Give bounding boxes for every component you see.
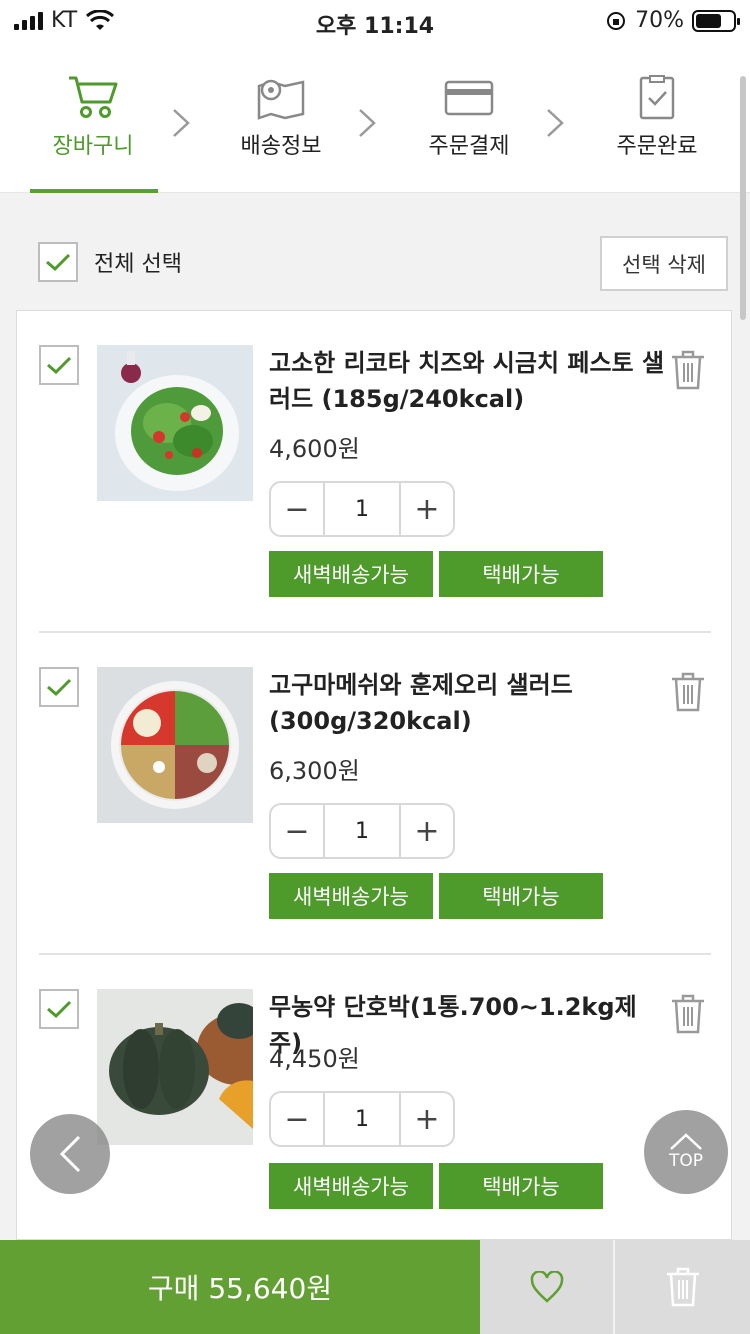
decrement-button[interactable]: − <box>271 1093 323 1145</box>
chevron-right-icon <box>173 109 190 137</box>
chevron-right-icon <box>359 109 376 137</box>
item-checkbox[interactable] <box>39 345 79 385</box>
select-all-row[interactable]: 전체 선택 <box>38 242 182 282</box>
product-image-salad-duck[interactable] <box>97 667 253 823</box>
item-checkbox[interactable] <box>39 667 79 707</box>
quantity-stepper: − 1 + <box>269 481 455 537</box>
parcel-delivery-badge: 택배가능 <box>439 873 603 919</box>
step-label: 배송정보 <box>240 134 322 159</box>
item-price: 4,600원 <box>269 435 360 463</box>
decrement-button[interactable]: − <box>271 805 323 857</box>
status-bar: KT 오후 11:14 70% <box>0 0 750 44</box>
trash-icon[interactable] <box>669 993 707 1035</box>
status-right: 70% <box>605 8 740 33</box>
bottom-action-bar: 구매 55,640원 <box>0 1240 750 1334</box>
product-image-salad-ricotta[interactable] <box>97 345 253 501</box>
trash-icon[interactable] <box>669 349 707 391</box>
check-icon <box>46 253 71 272</box>
heart-icon <box>530 1271 563 1303</box>
step-complete[interactable]: 주문완료 <box>592 74 722 160</box>
check-icon <box>47 678 72 697</box>
quantity-stepper: − 1 + <box>269 1091 455 1147</box>
item-price: 6,300원 <box>269 757 360 785</box>
product-image-pumpkin[interactable] <box>97 989 253 1145</box>
buy-button[interactable]: 구매 55,640원 <box>0 1240 480 1334</box>
increment-button[interactable]: + <box>401 483 453 535</box>
quantity-stepper: − 1 + <box>269 803 455 859</box>
cart-icon <box>69 76 118 118</box>
checkout-steps: 장바구니 배송정보 주문결제 주문완료 <box>0 44 750 193</box>
select-all-checkbox[interactable] <box>38 242 78 282</box>
delete-all-button[interactable] <box>615 1240 750 1334</box>
battery-icon <box>692 9 740 32</box>
orientation-lock-icon <box>607 11 626 30</box>
trash-icon <box>666 1267 699 1307</box>
increment-button[interactable]: + <box>401 1093 453 1145</box>
scroll-top-button[interactable]: TOP <box>644 1110 728 1194</box>
step-label: 주문완료 <box>616 134 698 159</box>
scrollbar[interactable] <box>740 76 746 320</box>
dawn-delivery-badge: 새벽배송가능 <box>269 551 433 597</box>
check-icon <box>47 356 72 375</box>
check-icon <box>47 1000 72 1019</box>
wishlist-button[interactable] <box>480 1240 615 1334</box>
map-pin-icon <box>257 79 305 120</box>
dawn-delivery-badge: 새벽배송가능 <box>269 1163 433 1209</box>
credit-card-icon <box>444 80 494 116</box>
battery-label: 70% <box>635 8 684 33</box>
cart-list: 고소한 리코타 치즈와 시금치 페스토 샐러드 (185g/240kcal) 4… <box>16 310 732 1240</box>
item-title[interactable]: 고구마메쉬와 훈제오리 샐러드 (300g/320kcal) <box>269 667 669 739</box>
step-shipping[interactable]: 배송정보 <box>216 74 346 160</box>
active-step-indicator <box>30 189 158 193</box>
trash-icon[interactable] <box>669 671 707 713</box>
step-payment[interactable]: 주문결제 <box>404 74 534 160</box>
quantity-value[interactable]: 1 <box>323 1093 401 1145</box>
scroll-top-label: TOP <box>668 1151 704 1171</box>
chevron-left-icon <box>59 1135 81 1173</box>
step-cart[interactable]: 장바구니 <box>28 74 158 160</box>
quantity-value[interactable]: 1 <box>323 483 401 535</box>
select-all-label: 전체 선택 <box>94 252 182 277</box>
step-label: 주문결제 <box>428 134 510 159</box>
parcel-delivery-badge: 택배가능 <box>439 1163 603 1209</box>
item-checkbox[interactable] <box>39 989 79 1029</box>
decrement-button[interactable]: − <box>271 483 323 535</box>
parcel-delivery-badge: 택배가능 <box>439 551 603 597</box>
clipboard-check-icon <box>639 75 675 120</box>
step-label: 장바구니 <box>52 134 134 159</box>
back-button[interactable] <box>30 1114 110 1194</box>
increment-button[interactable]: + <box>401 805 453 857</box>
chevron-right-icon <box>547 109 564 137</box>
item-divider <box>39 631 711 633</box>
quantity-value[interactable]: 1 <box>323 805 401 857</box>
dawn-delivery-badge: 새벽배송가능 <box>269 873 433 919</box>
item-title[interactable]: 고소한 리코타 치즈와 시금치 페스토 샐러드 (185g/240kcal) <box>269 345 669 417</box>
item-divider <box>39 953 711 955</box>
chevron-up-icon <box>670 1133 702 1150</box>
item-price: 4,450원 <box>269 1045 360 1073</box>
delete-selected-button[interactable]: 선택 삭제 <box>600 236 728 291</box>
